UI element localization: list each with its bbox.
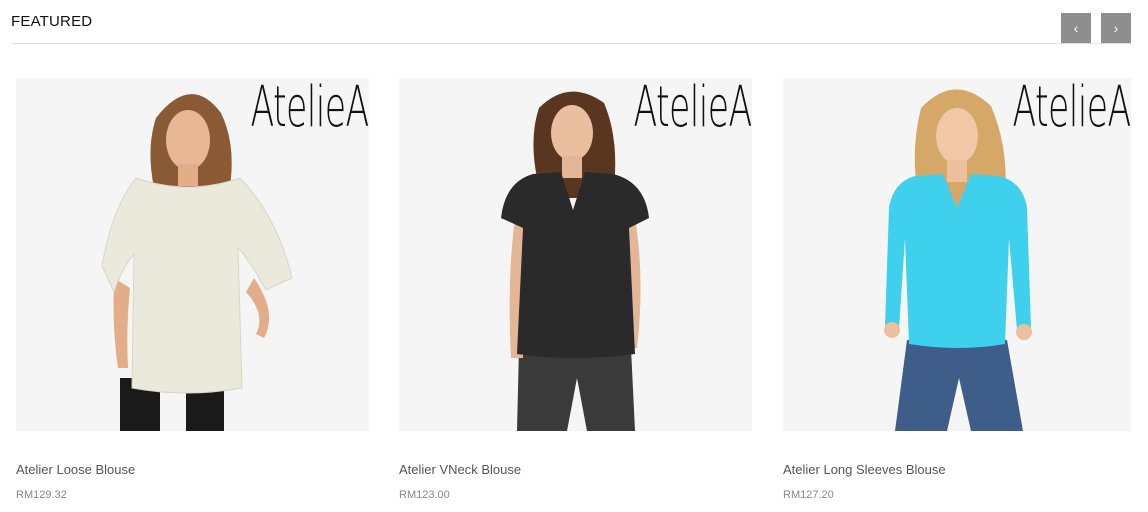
product-name[interactable]: Atelier Loose Blouse (16, 462, 135, 477)
product-name[interactable]: Atelier VNeck Blouse (399, 462, 521, 477)
product-card[interactable]: AtelieA Atelier VNeck Blouse RM123.00 (399, 78, 752, 501)
product-image[interactable]: AtelieA (16, 78, 369, 431)
product-price: RM129.32 (16, 489, 67, 501)
product-price: RM123.00 (399, 489, 450, 501)
blouse-shape (101, 177, 293, 394)
section-header: FEATURED ‹ › (11, 0, 1131, 44)
brand-logo: AtelieA (1012, 78, 1131, 140)
carousel-next-button[interactable]: › (1101, 13, 1131, 43)
product-card[interactable]: AtelieA Atelier Long Sleeves Blouse RM12… (783, 78, 1131, 501)
product-price: RM127.20 (783, 489, 834, 501)
brand-logo: AtelieA (633, 78, 752, 140)
chevron-right-icon: › (1113, 20, 1119, 36)
product-image[interactable]: AtelieA (399, 78, 752, 431)
blouse-shape (501, 172, 649, 358)
section-title: FEATURED (11, 13, 93, 30)
product-image[interactable]: AtelieA (783, 78, 1131, 431)
product-card[interactable]: AtelieA Atelier Loose Blouse RM129.32 (16, 78, 369, 501)
chevron-left-icon: ‹ (1073, 20, 1079, 36)
carousel-prev-button[interactable]: ‹ (1061, 13, 1091, 43)
product-name[interactable]: Atelier Long Sleeves Blouse (783, 462, 946, 477)
brand-logo: AtelieA (250, 78, 369, 140)
